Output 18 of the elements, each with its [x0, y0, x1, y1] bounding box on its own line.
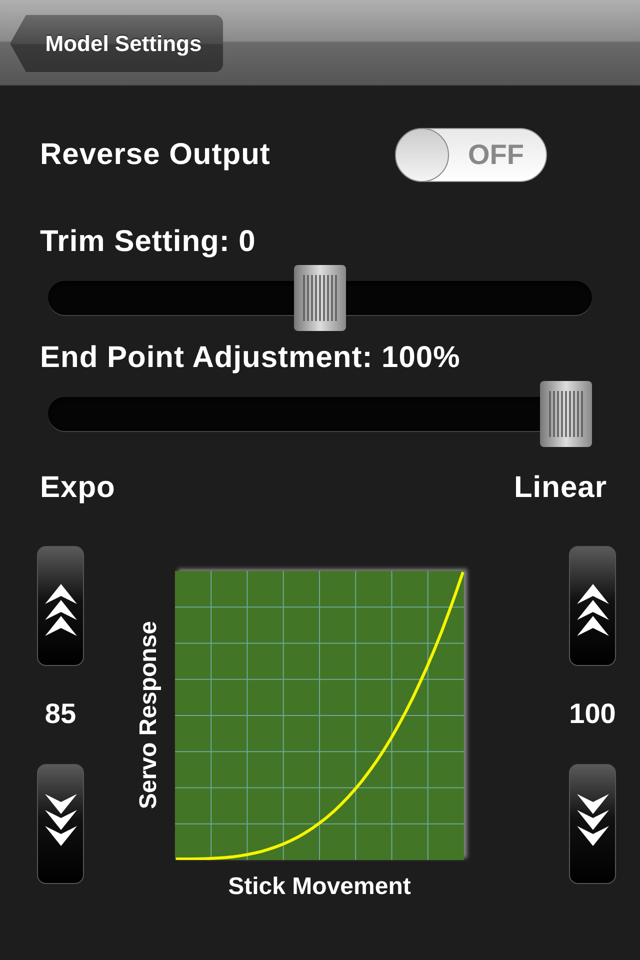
- curve-label: Linear: [514, 470, 607, 506]
- back-button[interactable]: Model Settings: [10, 15, 223, 72]
- slider[interactable]: [48, 265, 592, 331]
- setting-label: Reverse Output: [40, 137, 272, 173]
- linear-value: 100: [569, 698, 616, 730]
- slider[interactable]: [48, 381, 592, 447]
- decrease-button[interactable]: [37, 764, 84, 884]
- slider-label: End Point Adjustment: 100%: [40, 340, 462, 376]
- axis-label: Servo Response: [135, 621, 163, 810]
- slider-thumb[interactable]: [540, 381, 592, 447]
- expo-value: 85: [44, 698, 76, 730]
- increase-button[interactable]: [569, 546, 616, 666]
- curve-label: Expo: [40, 470, 116, 506]
- slider-label: Trim Setting: 0: [40, 224, 257, 260]
- slider-thumb[interactable]: [294, 265, 346, 331]
- decrease-button[interactable]: [569, 764, 616, 884]
- axis-label: Stick Movement: [228, 873, 411, 901]
- increase-button[interactable]: [37, 546, 84, 666]
